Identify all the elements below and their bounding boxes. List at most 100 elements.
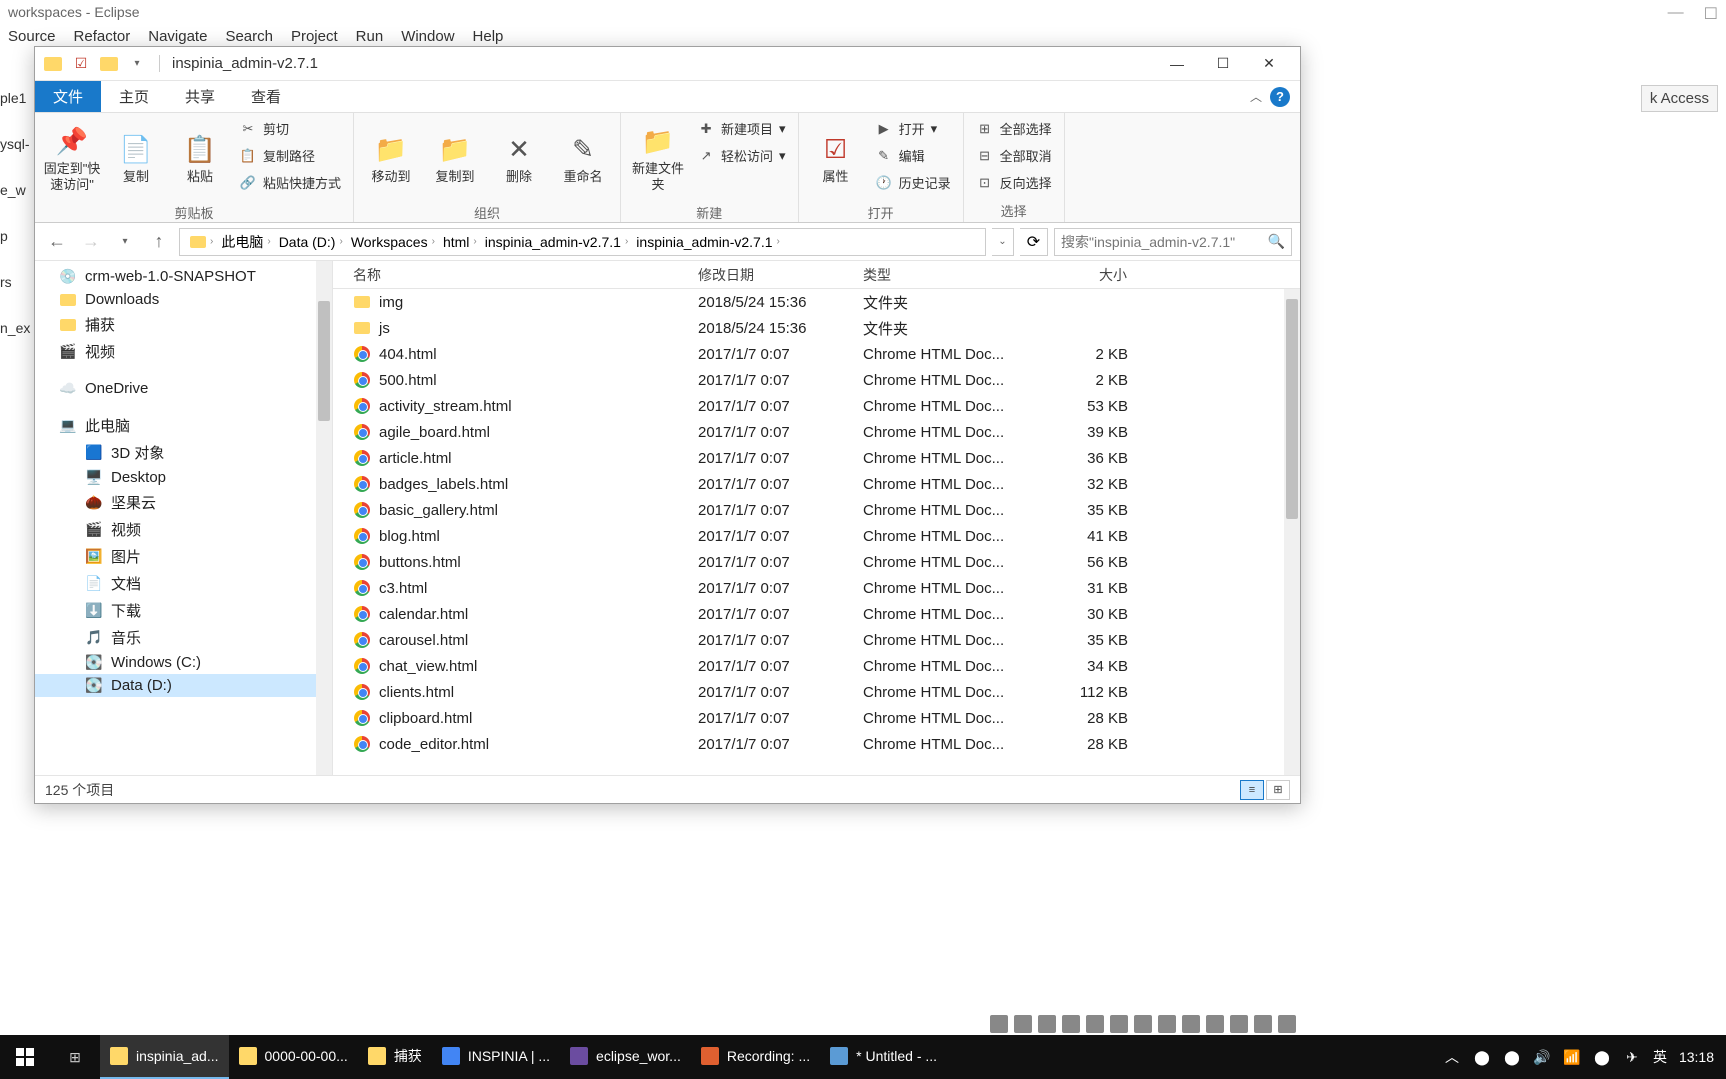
edit-button[interactable]: ✎编辑 — [871, 144, 955, 167]
newfolder-button[interactable]: 📁新建文件夹 — [629, 117, 687, 201]
ime-indicator[interactable]: 英 — [1653, 1047, 1667, 1067]
minimize-button[interactable]: — — [1154, 49, 1200, 79]
file-row[interactable]: basic_gallery.html2017/1/7 0:07Chrome HT… — [333, 497, 1300, 523]
clock[interactable]: 13:18 — [1679, 1049, 1714, 1065]
file-row[interactable]: calendar.html2017/1/7 0:07Chrome HTML Do… — [333, 601, 1300, 627]
paste-button[interactable]: 📋粘贴 — [171, 117, 229, 201]
col-size[interactable]: 大小 — [1018, 265, 1138, 285]
tray-icon[interactable]: ✈ — [1623, 1048, 1641, 1066]
tab-share[interactable]: 共享 — [167, 81, 233, 112]
tray-icon[interactable]: ⬤ — [1593, 1048, 1611, 1066]
maximize-icon[interactable]: ☐ — [1704, 4, 1718, 24]
file-row[interactable]: c3.html2017/1/7 0:07Chrome HTML Doc...31… — [333, 575, 1300, 601]
eclipse-menu-item[interactable]: Navigate — [148, 28, 207, 45]
recent-dropdown[interactable]: ▾ — [111, 228, 139, 256]
toolbar-icon[interactable] — [1254, 1015, 1272, 1033]
chevron-up-icon[interactable]: ︿ — [1443, 1048, 1461, 1066]
nav-tree[interactable]: 💿crm-web-1.0-SNAPSHOTDownloads捕获🎬视频☁️One… — [35, 261, 333, 775]
tree-item[interactable]: 💻此电脑 — [35, 412, 332, 439]
tree-item[interactable]: ⬇️下载 — [35, 597, 332, 624]
breadcrumb-item[interactable]: html › — [439, 234, 481, 250]
file-row[interactable]: js2018/5/24 15:36文件夹 — [333, 315, 1300, 341]
properties-icon[interactable]: ☑ — [71, 54, 91, 74]
tab-home[interactable]: 主页 — [101, 81, 167, 112]
toolbar-icon[interactable] — [1206, 1015, 1224, 1033]
eclipse-menu-item[interactable]: Window — [401, 28, 454, 45]
taskbar-item[interactable]: 捕获 — [358, 1035, 432, 1079]
tree-item[interactable]: 🖥️Desktop — [35, 466, 332, 489]
tree-item[interactable]: 💽Data (D:) — [35, 674, 332, 697]
breadcrumb-item[interactable]: Workspaces › — [347, 234, 439, 250]
taskbar-item[interactable]: Recording: ... — [691, 1035, 820, 1079]
tree-item[interactable]: 🖼️图片 — [35, 543, 332, 570]
eclipse-menu-item[interactable]: Source — [8, 28, 56, 45]
file-row[interactable]: agile_board.html2017/1/7 0:07Chrome HTML… — [333, 419, 1300, 445]
tree-item[interactable]: Downloads — [35, 288, 332, 311]
task-view-button[interactable]: ⊞ — [50, 1035, 100, 1079]
close-button[interactable]: ✕ — [1246, 49, 1292, 79]
file-row[interactable]: img2018/5/24 15:36文件夹 — [333, 289, 1300, 315]
tray-icon[interactable]: ⬤ — [1473, 1048, 1491, 1066]
tree-scrollbar[interactable] — [316, 261, 332, 775]
breadcrumb-item[interactable]: inspinia_admin-v2.7.1 › — [481, 234, 633, 250]
eclipse-quick-access[interactable]: k Access — [1641, 85, 1718, 112]
scrollbar-thumb[interactable] — [1286, 299, 1298, 519]
eclipse-menu-item[interactable]: Refactor — [74, 28, 131, 45]
col-type[interactable]: 类型 — [853, 265, 1018, 285]
list-scrollbar[interactable] — [1284, 289, 1300, 775]
file-row[interactable]: code_editor.html2017/1/7 0:07Chrome HTML… — [333, 731, 1300, 757]
file-row[interactable]: article.html2017/1/7 0:07Chrome HTML Doc… — [333, 445, 1300, 471]
col-date[interactable]: 修改日期 — [688, 265, 853, 285]
back-button[interactable]: ← — [43, 228, 71, 256]
copypath-button[interactable]: 📋复制路径 — [235, 144, 345, 167]
history-button[interactable]: 🕐历史记录 — [871, 171, 955, 194]
file-row[interactable]: carousel.html2017/1/7 0:07Chrome HTML Do… — [333, 627, 1300, 653]
eclipse-menu-item[interactable]: Run — [356, 28, 384, 45]
tree-item[interactable]: 🎬视频 — [35, 338, 332, 365]
pasteshortcut-button[interactable]: 🔗粘贴快捷方式 — [235, 171, 345, 194]
toolbar-icon[interactable] — [1182, 1015, 1200, 1033]
rename-button[interactable]: ✎重命名 — [554, 117, 612, 201]
start-button[interactable] — [0, 1035, 50, 1079]
moveto-button[interactable]: 📁移动到 — [362, 117, 420, 201]
toolbar-icon[interactable] — [1278, 1015, 1296, 1033]
taskbar-item[interactable]: eclipse_wor... — [560, 1035, 691, 1079]
tab-view[interactable]: 查看 — [233, 81, 299, 112]
details-view-button[interactable]: ≡ — [1240, 780, 1264, 800]
file-row[interactable]: blog.html2017/1/7 0:07Chrome HTML Doc...… — [333, 523, 1300, 549]
volume-icon[interactable]: 🔊 — [1533, 1048, 1551, 1066]
file-row[interactable]: clients.html2017/1/7 0:07Chrome HTML Doc… — [333, 679, 1300, 705]
search-box[interactable]: 🔍 — [1054, 228, 1292, 256]
tree-item[interactable]: 捕获 — [35, 311, 332, 338]
toolbar-icon[interactable] — [1086, 1015, 1104, 1033]
file-row[interactable]: badges_labels.html2017/1/7 0:07Chrome HT… — [333, 471, 1300, 497]
toolbar-icon[interactable] — [1038, 1015, 1056, 1033]
help-icon[interactable]: ? — [1270, 87, 1290, 107]
copy-button[interactable]: 📄复制 — [107, 117, 165, 201]
tree-item[interactable]: 💽Windows (C:) — [35, 651, 332, 674]
toolbar-icon[interactable] — [1014, 1015, 1032, 1033]
icons-view-button[interactable]: ⊞ — [1266, 780, 1290, 800]
forward-button[interactable]: → — [77, 228, 105, 256]
taskbar-item[interactable]: * Untitled - ... — [820, 1035, 947, 1079]
file-row[interactable]: clipboard.html2017/1/7 0:07Chrome HTML D… — [333, 705, 1300, 731]
file-row[interactable]: 404.html2017/1/7 0:07Chrome HTML Doc...2… — [333, 341, 1300, 367]
eclipse-menu-item[interactable]: Search — [225, 28, 273, 45]
dropdown-icon[interactable]: ▾ — [127, 54, 147, 74]
toolbar-icon[interactable] — [1158, 1015, 1176, 1033]
properties-button[interactable]: ☑属性 — [807, 117, 865, 201]
taskbar-item[interactable]: inspinia_ad... — [100, 1035, 229, 1079]
toolbar-icon[interactable] — [1230, 1015, 1248, 1033]
eclipse-menu-item[interactable]: Help — [473, 28, 504, 45]
folder-icon[interactable] — [43, 54, 63, 74]
tray-icon[interactable]: ⬤ — [1503, 1048, 1521, 1066]
toolbar-icon[interactable] — [1110, 1015, 1128, 1033]
selectall-button[interactable]: ⊞全部选择 — [972, 117, 1056, 140]
invert-button[interactable]: ⊡反向选择 — [972, 171, 1056, 194]
cut-button[interactable]: ✂剪切 — [235, 117, 345, 140]
tree-item[interactable]: 🟦3D 对象 — [35, 439, 332, 466]
tree-item[interactable]: 💿crm-web-1.0-SNAPSHOT — [35, 265, 332, 288]
toolbar-icon[interactable] — [1134, 1015, 1152, 1033]
pin-button[interactable]: 📌固定到"快速访问" — [43, 117, 101, 201]
list-body[interactable]: img2018/5/24 15:36文件夹js2018/5/24 15:36文件… — [333, 289, 1300, 775]
